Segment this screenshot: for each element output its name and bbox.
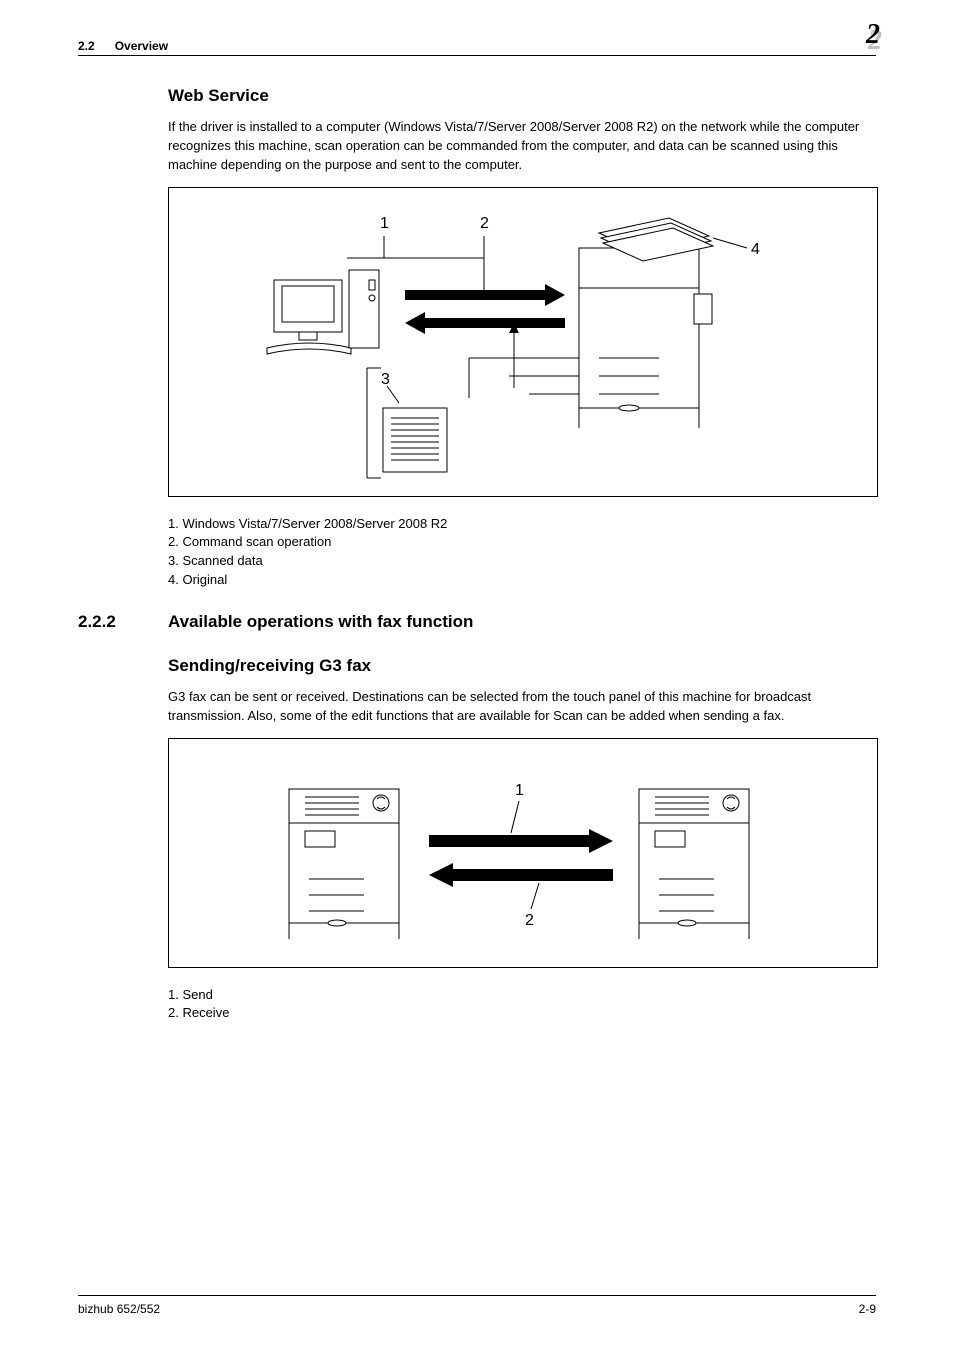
legend-item: 3. Scanned data	[168, 552, 876, 571]
mfp-icon	[579, 248, 712, 428]
web-service-heading: Web Service	[168, 86, 876, 106]
mfp-right-icon	[639, 789, 749, 939]
callout-1: 1	[515, 782, 524, 799]
web-service-paragraph: If the driver is installed to a computer…	[168, 118, 876, 175]
arrow-left-icon	[429, 863, 613, 887]
callout-1: 1	[380, 215, 389, 232]
data-block-icon	[383, 408, 447, 472]
legend-item: 1. Windows Vista/7/Server 2008/Server 20…	[168, 515, 876, 534]
page-header: 2.2 Overview 2 2	[78, 0, 876, 56]
callout-2: 2	[480, 215, 489, 232]
footer-left: bizhub 652/552	[78, 1302, 160, 1316]
callout-2: 2	[525, 912, 534, 929]
figure-b-legend: 1. Send 2. Receive	[168, 986, 876, 1024]
arrow-right-icon	[429, 829, 613, 853]
g3-fax-heading: Sending/receiving G3 fax	[168, 656, 876, 676]
g3-fax-paragraph: G3 fax can be sent or received. Destinat…	[168, 688, 876, 726]
arrow-left-icon	[405, 312, 565, 334]
section-number: 2.2.2	[78, 612, 142, 632]
mfp-left-icon	[289, 789, 399, 939]
callout-4: 4	[751, 241, 760, 258]
computer-icon	[267, 270, 379, 354]
arrow-right-icon	[405, 284, 565, 306]
chapter-badge: 2	[866, 19, 880, 50]
header-section-title: Overview	[115, 39, 168, 53]
footer-right: 2-9	[859, 1302, 876, 1316]
figure-g3-fax: 1 2	[168, 738, 878, 968]
callout-3: 3	[381, 371, 390, 388]
legend-item: 2. Receive	[168, 1004, 876, 1023]
page-footer: bizhub 652/552 2-9	[78, 1295, 876, 1316]
header-section-num: 2.2	[78, 39, 95, 53]
legend-item: 4. Original	[168, 571, 876, 590]
section-title: Available operations with fax function	[168, 612, 473, 632]
legend-item: 2. Command scan operation	[168, 533, 876, 552]
figure-web-service: 1 2	[168, 187, 878, 497]
legend-item: 1. Send	[168, 986, 876, 1005]
figure-a-legend: 1. Windows Vista/7/Server 2008/Server 20…	[168, 515, 876, 590]
